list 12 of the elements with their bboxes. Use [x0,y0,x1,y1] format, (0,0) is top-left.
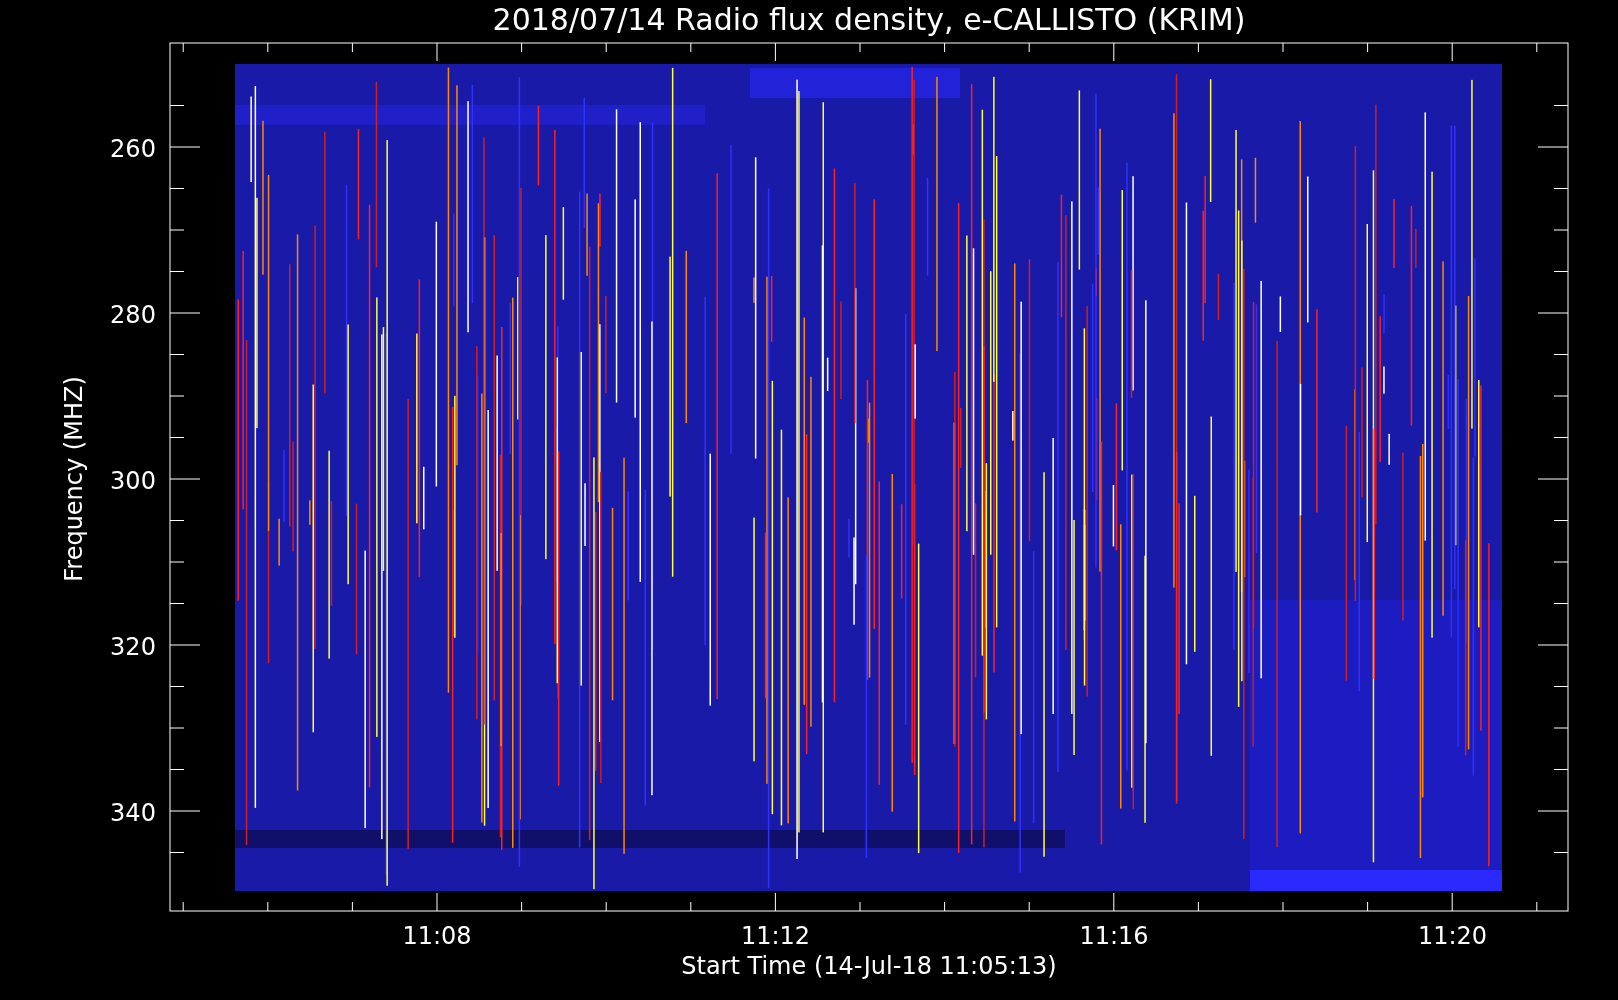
axis-title: Frequency (MHZ) [60,376,88,582]
axis-tick-label: 11:08 [402,922,472,950]
axis-tick-label: 11:12 [740,922,811,950]
axis-tick-label: 260 [110,135,156,163]
axis-tick-label: 340 [110,799,156,827]
axis-tick-label: 280 [110,301,156,329]
axis-tick-label: 11:20 [1417,922,1488,950]
axis-tick-label: 11:16 [1079,922,1149,950]
chart-title: 2018/07/14 Radio flux density, e-CALLISTO (KRIM) [492,2,1246,37]
axis-tick-label: 320 [110,633,156,661]
axis-title: Start Time (14-Jul-18 11:05:13) [681,952,1057,980]
axis-tick-label: 300 [110,467,156,495]
